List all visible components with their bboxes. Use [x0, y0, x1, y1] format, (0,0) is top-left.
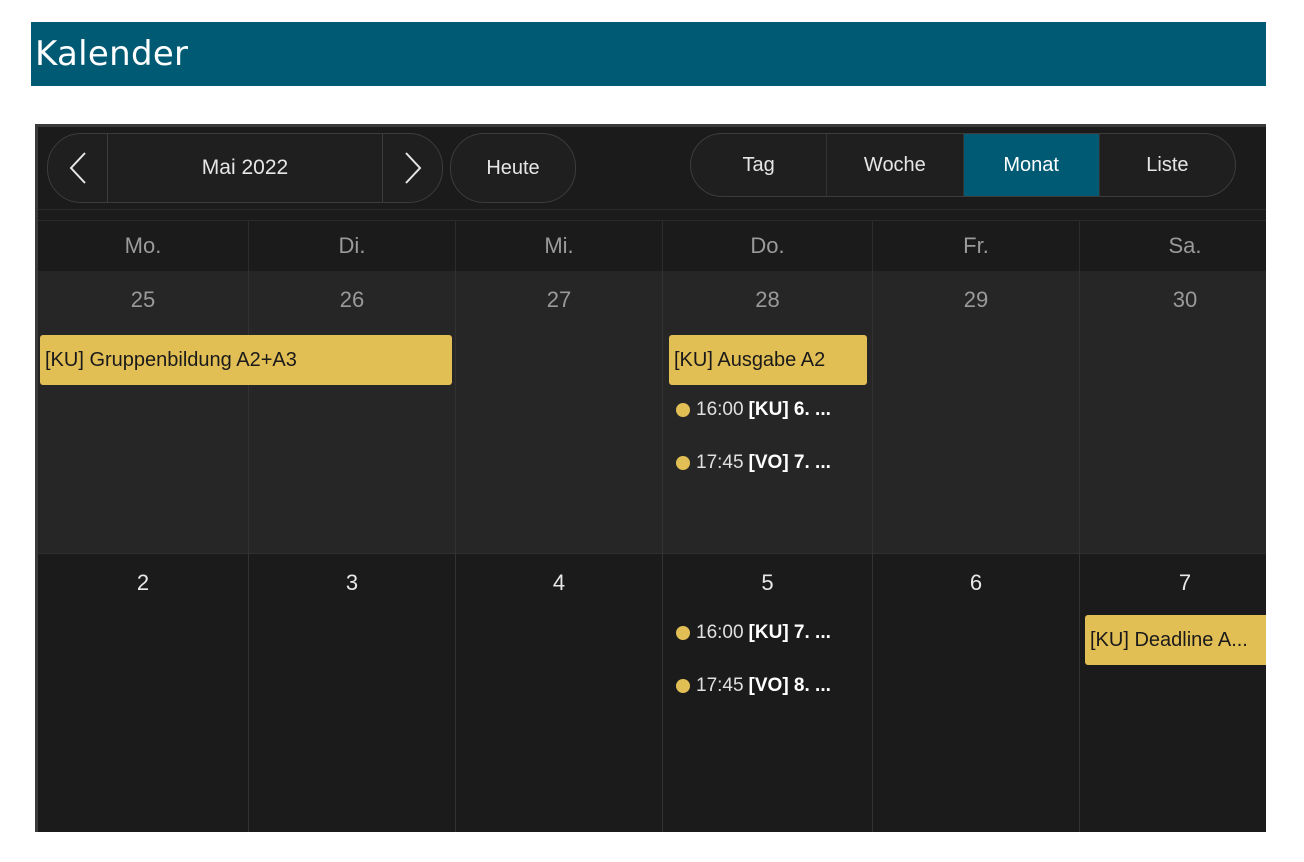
event-bar[interactable]: [KU] Deadline A...: [1085, 615, 1266, 665]
day-cell[interactable]: 25: [38, 271, 249, 553]
event-title: [VO] 7. ...: [748, 452, 831, 473]
event-time: 17:45: [696, 675, 744, 696]
day-cell[interactable]: 4: [456, 554, 663, 832]
day-cell[interactable]: 2: [38, 554, 249, 832]
event-dot-icon: [676, 626, 690, 640]
view-list-button[interactable]: Liste: [1100, 134, 1235, 196]
event-time: 16:00: [696, 399, 744, 420]
day-number[interactable]: 3: [249, 570, 455, 596]
chevron-right-icon: [404, 152, 421, 184]
week-row: 25 26 27 28 29 30 [KU] Gruppenbildung A2…: [38, 271, 1266, 553]
month-navigation: Mai 2022: [47, 133, 443, 203]
event-dot-icon: [676, 679, 690, 693]
weekday-header: Di.: [249, 221, 456, 271]
weekday-header: Mo.: [38, 221, 249, 271]
day-number[interactable]: 26: [249, 287, 455, 313]
weekday-header: Mi.: [456, 221, 663, 271]
page-title: Kalender: [31, 22, 1266, 86]
event-bar[interactable]: [KU] Gruppenbildung A2+A3: [40, 335, 452, 385]
day-number[interactable]: 7: [1080, 570, 1266, 596]
day-number[interactable]: 30: [1080, 287, 1266, 313]
day-cell[interactable]: 7: [1080, 554, 1266, 832]
week-row: 2 3 4 5 6 7 [KU] Deadline A... 16:00 [KU…: [38, 553, 1266, 832]
day-number[interactable]: 29: [873, 287, 1079, 313]
view-switcher: Tag Woche Monat Liste: [690, 133, 1236, 197]
day-number[interactable]: 5: [663, 570, 872, 596]
event-dot-icon: [676, 456, 690, 470]
weekday-header: Fr.: [873, 221, 1080, 271]
event-title: [KU] 7. ...: [748, 622, 831, 643]
event-title: [VO] 8. ...: [748, 675, 831, 696]
event-bar[interactable]: [KU] Ausgabe A2: [669, 335, 867, 385]
event-dot-icon: [676, 403, 690, 417]
day-number[interactable]: 25: [38, 287, 248, 313]
chevron-left-icon: [69, 152, 86, 184]
calendar: Mai 2022 Heute Tag Woche Monat Liste Mo.…: [35, 124, 1266, 832]
weekday-header: Do.: [663, 221, 873, 271]
day-cell[interactable]: 30: [1080, 271, 1266, 553]
event-title: [KU] 6. ...: [748, 399, 831, 420]
view-month-button[interactable]: Monat: [963, 134, 1100, 196]
day-number[interactable]: 27: [456, 287, 662, 313]
weekday-header-row: Mo. Di. Mi. Do. Fr. Sa.: [38, 221, 1266, 271]
month-title: Mai 2022: [201, 156, 289, 179]
prev-month-button[interactable]: [48, 134, 108, 202]
day-number[interactable]: 6: [873, 570, 1079, 596]
timed-event[interactable]: 17:45 [VO] 7. ...: [676, 448, 831, 478]
view-week-button[interactable]: Woche: [827, 134, 964, 196]
day-cell[interactable]: 27: [456, 271, 663, 553]
day-number[interactable]: 4: [456, 570, 662, 596]
view-day-button[interactable]: Tag: [691, 134, 828, 196]
day-cell[interactable]: 3: [249, 554, 456, 832]
next-month-button[interactable]: [382, 134, 442, 202]
timed-event[interactable]: 16:00 [KU] 6. ...: [676, 395, 831, 425]
today-button[interactable]: Heute: [450, 133, 576, 203]
toolbar-divider: [38, 209, 1266, 210]
timed-event[interactable]: 16:00 [KU] 7. ...: [676, 618, 831, 648]
day-number[interactable]: 28: [663, 287, 872, 313]
event-time: 16:00: [696, 622, 744, 643]
day-cell[interactable]: 29: [873, 271, 1080, 553]
event-time: 17:45: [696, 452, 744, 473]
day-cell[interactable]: 26: [249, 271, 456, 553]
day-number[interactable]: 2: [38, 570, 248, 596]
weekday-header: Sa.: [1168, 233, 1202, 258]
timed-event[interactable]: 17:45 [VO] 8. ...: [676, 671, 831, 701]
day-cell[interactable]: 6: [873, 554, 1080, 832]
